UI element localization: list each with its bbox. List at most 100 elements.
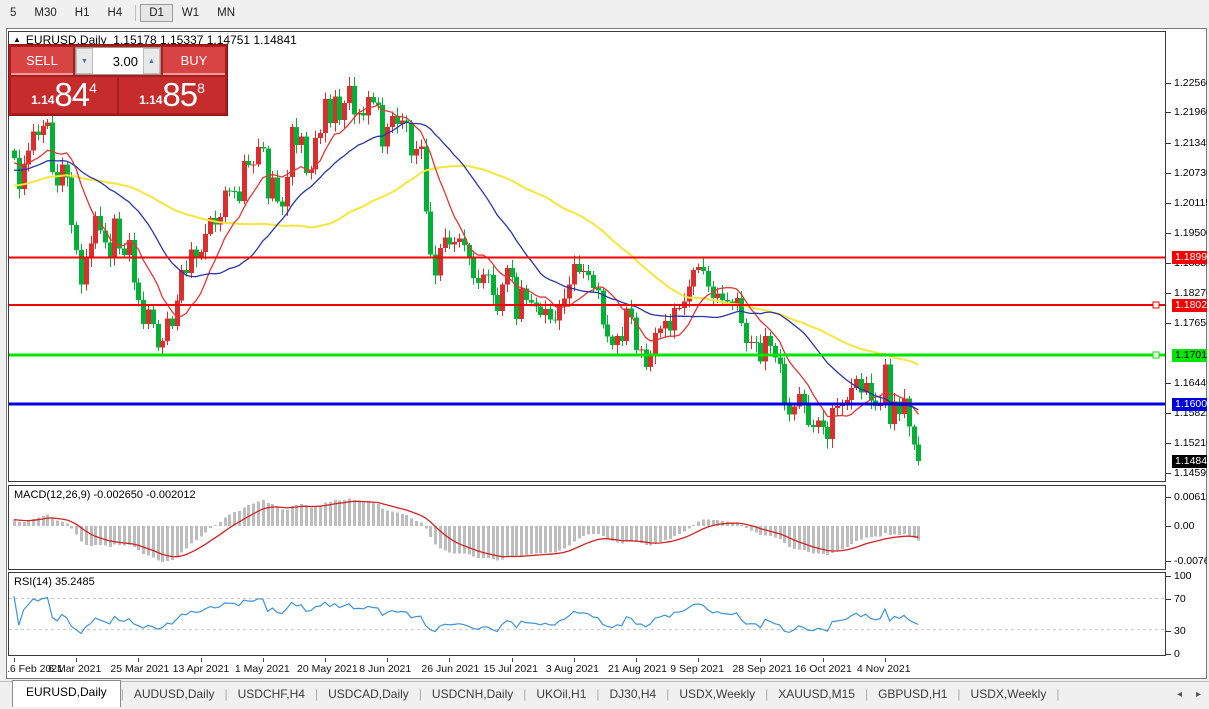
tab-audusd-daily[interactable]: AUDUSD,Daily	[124, 683, 225, 707]
buy-button[interactable]: BUY	[163, 47, 225, 75]
macd-bar	[46, 515, 49, 526]
rsi-panel[interactable]: RSI(14) 35.2485	[8, 572, 1166, 656]
candle-body	[136, 282, 141, 300]
macd-bar	[803, 526, 806, 550]
macd-bar	[147, 526, 150, 555]
sell-price-box[interactable]: 1.14 84 4	[11, 77, 117, 113]
rsi-line	[14, 596, 918, 633]
volume-decrease-button[interactable]: ▼	[76, 48, 93, 74]
symbol-tab-bar: EURUSD,Daily|AUDUSD,Daily|USDCHF,H4|USDC…	[0, 681, 1209, 707]
axis-tick	[1166, 173, 1171, 174]
macd-bar	[889, 526, 892, 535]
axis-label: -0.007625	[1174, 555, 1207, 567]
candle-body	[787, 405, 792, 414]
date-tick	[138, 658, 139, 662]
candle-body	[232, 191, 237, 192]
price-axis[interactable]: 1.189981.180241.170101.160071.148411.225…	[1166, 29, 1207, 680]
macd-bar	[415, 521, 418, 526]
tab-ukoil-h1[interactable]: UKOil,H1	[526, 683, 596, 707]
macd-bar	[281, 509, 284, 526]
macd-title: MACD(12,26,9) -0.002650 -0.002012	[14, 489, 196, 501]
tab-scroll-left-icon[interactable]: ◂	[1177, 689, 1182, 700]
macd-bar	[683, 526, 686, 531]
axis-tick	[1166, 233, 1171, 234]
macd-bar	[401, 514, 404, 526]
timeframe-w1[interactable]: W1	[173, 4, 208, 22]
date-label: 21 Aug 2021	[608, 663, 667, 675]
macd-bar	[898, 526, 901, 535]
candle-body	[227, 190, 232, 191]
macd-panel[interactable]: MACD(12,26,9) -0.002650 -0.002012	[8, 485, 1166, 570]
macd-bar	[171, 526, 174, 560]
macd-bar	[501, 526, 504, 559]
macd-bar	[18, 522, 21, 526]
date-tick	[387, 658, 388, 662]
volume-increase-button[interactable]: ▲	[143, 48, 160, 74]
tab-usdcnh-daily[interactable]: USDCNH,Daily	[422, 683, 523, 707]
ma-line-55	[14, 166, 918, 365]
candle-body	[151, 310, 156, 324]
candle-body	[495, 295, 500, 311]
tab-dj30-h4[interactable]: DJ30,H4	[600, 683, 667, 707]
candle-body	[103, 230, 108, 242]
date-label: 3 Aug 2021	[546, 663, 599, 675]
line-handle[interactable]	[1153, 352, 1159, 358]
timeframe-m30[interactable]: M30	[25, 4, 65, 22]
macd-bar	[903, 526, 906, 534]
tab-xauusd-m15[interactable]: XAUUSD,M15	[768, 683, 865, 707]
tab-scroll-right-icon[interactable]: ▸	[1196, 689, 1201, 700]
date-label: 25 Mar 2021	[110, 663, 169, 675]
timeframe-h4[interactable]: H4	[98, 4, 131, 22]
sell-button[interactable]: SELL	[11, 47, 73, 75]
candle-body	[69, 178, 74, 225]
candle-body	[691, 270, 696, 287]
date-tick	[325, 658, 326, 662]
macd-bar	[606, 526, 609, 539]
candle-body	[806, 405, 811, 425]
tab-gbpusd-h1[interactable]: GBPUSD,H1	[868, 683, 957, 707]
tab-usdcad-daily[interactable]: USDCAD,Daily	[318, 683, 419, 707]
macd-bar	[831, 526, 834, 553]
macd-bar	[99, 526, 102, 545]
macd-bar	[535, 526, 538, 554]
macd-bar	[405, 515, 408, 526]
macd-bar	[788, 526, 791, 547]
candle-body	[782, 364, 787, 405]
candle-body	[31, 132, 36, 151]
macd-bar	[673, 526, 676, 536]
tab-usdx-weekly[interactable]: USDX,Weekly	[669, 683, 765, 707]
candle-body	[361, 113, 366, 115]
candle-body	[557, 304, 562, 320]
tab-eurusd-daily[interactable]: EURUSD,Daily	[12, 680, 121, 707]
candle-body	[304, 136, 309, 173]
candle-body	[792, 407, 797, 415]
candle-body	[79, 250, 84, 284]
timeframe-mn[interactable]: MN	[208, 4, 244, 22]
candle-body	[261, 147, 266, 148]
candle-body	[45, 123, 50, 126]
time-axis[interactable]: 16 Feb 20216 Mar 202125 Mar 202113 Apr 2…	[8, 658, 1166, 680]
tab-usdchf-h4[interactable]: USDCHF,H4	[228, 683, 315, 707]
axis-tick	[1166, 443, 1171, 444]
macd-bar	[27, 521, 30, 526]
tab-usdx-weekly[interactable]: USDX,Weekly	[961, 683, 1057, 707]
timeframe-h1[interactable]: H1	[66, 4, 99, 22]
candle-body	[471, 258, 476, 278]
candle-body	[849, 388, 854, 400]
date-label: 1 May 2021	[235, 663, 290, 675]
macd-bar	[214, 525, 217, 526]
timeframe-d1[interactable]: D1	[140, 4, 173, 22]
macd-bar	[243, 508, 246, 526]
date-label: 13 Apr 2021	[173, 663, 230, 675]
line-handle[interactable]	[1153, 302, 1159, 308]
price-badge: 1.18998	[1172, 251, 1207, 264]
buy-price-box[interactable]: 1.14 85 8	[119, 77, 225, 113]
timeframe-5[interactable]: 5	[1, 4, 25, 22]
candle-body	[428, 211, 433, 254]
collapse-panel-icon[interactable]: ▲	[13, 35, 21, 44]
macd-bar	[817, 526, 820, 554]
volume-input[interactable]	[93, 48, 143, 74]
macd-bar	[142, 526, 145, 554]
axis-tick	[1166, 143, 1171, 144]
candle-body	[548, 309, 553, 319]
